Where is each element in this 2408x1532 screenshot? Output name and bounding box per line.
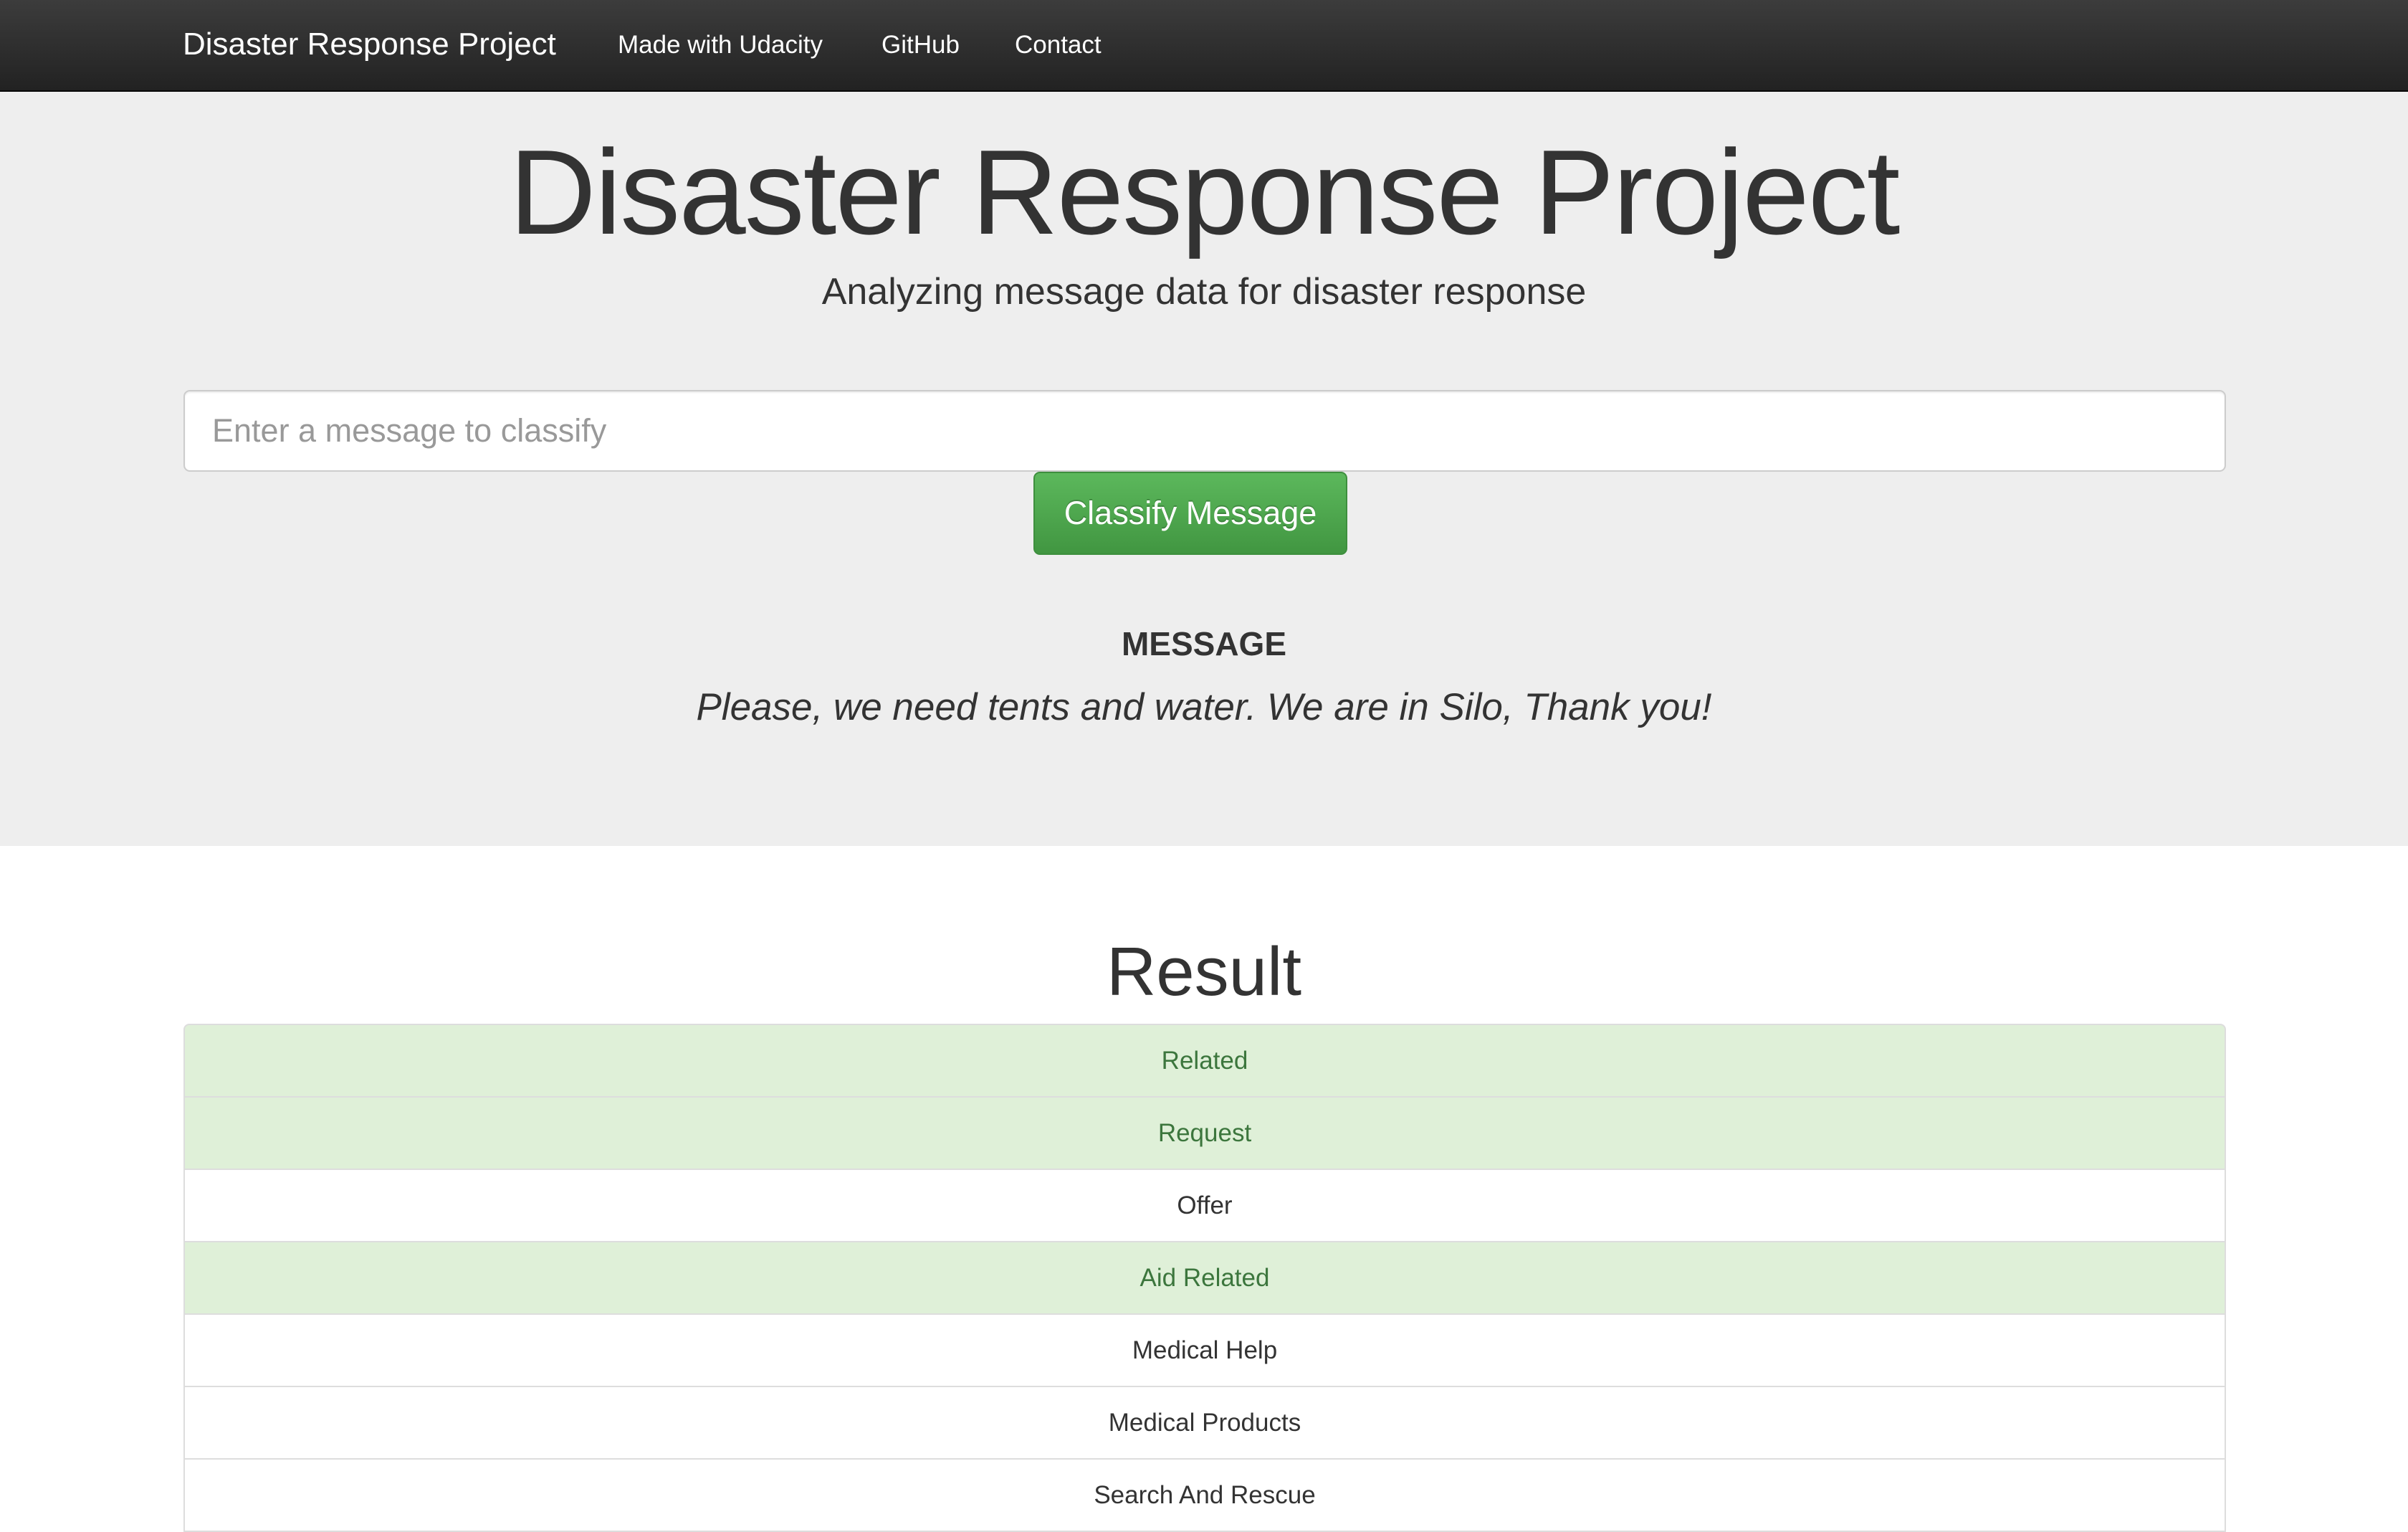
result-category-item: Related (183, 1024, 2226, 1098)
hero-section: Disaster Response Project Analyzing mess… (0, 92, 2408, 846)
message-heading: MESSAGE (1121, 625, 1287, 662)
nav-link-contact[interactable]: Contact (1015, 0, 1102, 90)
result-category-item: Offer (183, 1169, 2226, 1242)
classified-message-text: Please, we need tents and water. We are … (696, 686, 1712, 728)
nav-link-made-with-udacity[interactable]: Made with Udacity (618, 0, 823, 90)
page-title: Disaster Response Project (509, 125, 1901, 260)
result-category-list: Related Request Offer Aid Related Medical He… (183, 1024, 2226, 1532)
result-category-item: Medical Products (183, 1386, 2226, 1460)
result-heading: Result (1106, 933, 1302, 1010)
message-input[interactable] (183, 390, 2226, 472)
page-subtitle: Analyzing message data for disaster resp… (821, 271, 1587, 313)
result-category-item: Search And Rescue (183, 1458, 2226, 1532)
result-category-item: Aid Related (183, 1241, 2226, 1315)
nav-link-github[interactable]: GitHub (882, 0, 960, 90)
result-category-item: Request (183, 1096, 2226, 1170)
classify-message-button[interactable]: Classify Message (1033, 472, 1347, 555)
top-navbar: Disaster Response Project Made with Udac… (0, 0, 2408, 92)
result-category-item: Medical Help (183, 1313, 2226, 1387)
navbar-brand-link[interactable]: Disaster Response Project (183, 0, 556, 90)
